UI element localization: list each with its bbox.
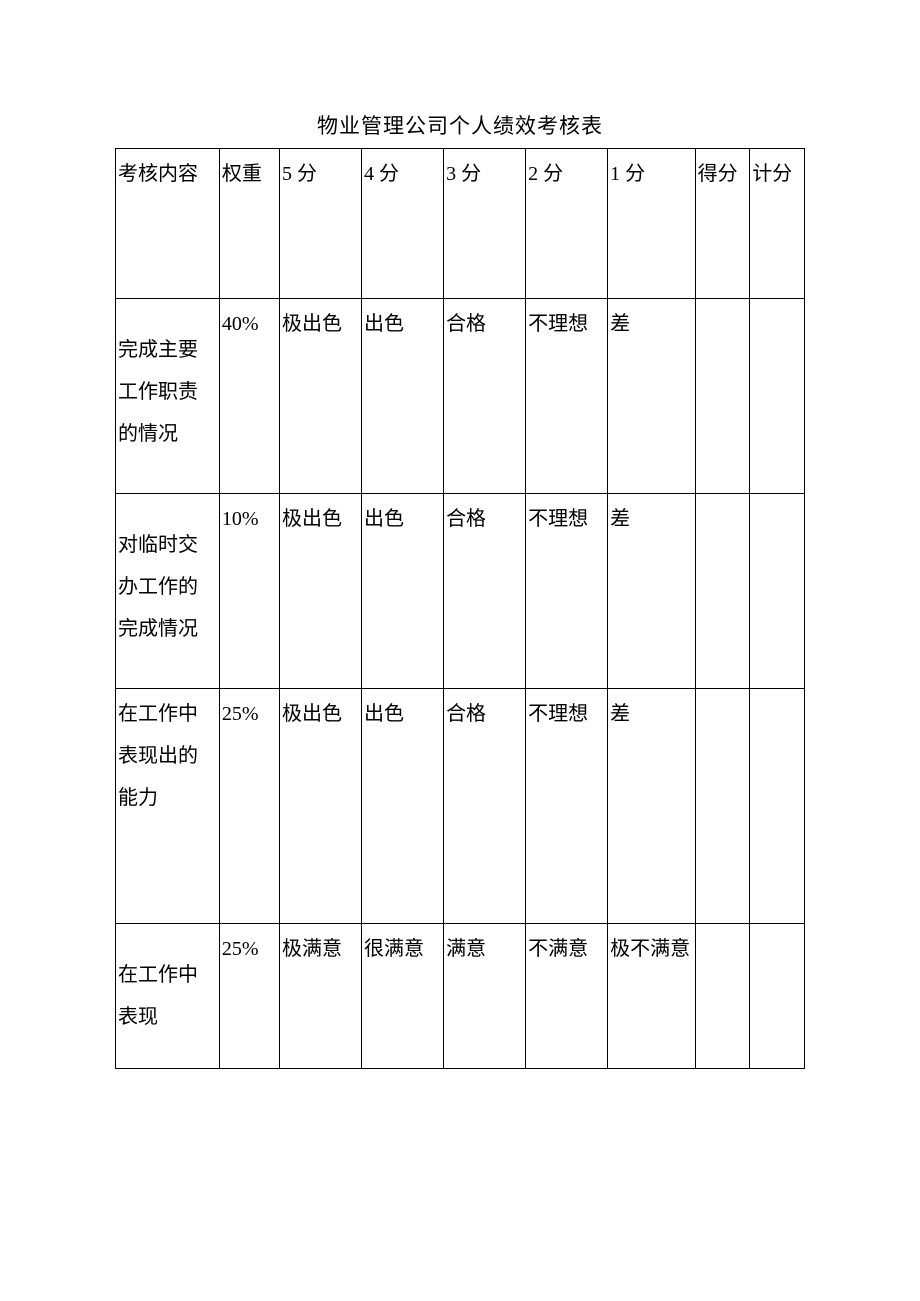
cell-score [695,689,750,924]
cell-score [695,299,750,494]
cell-score [695,494,750,689]
cell-weight: 25% [219,689,279,924]
appraisal-table: 考核内容 权重 5 分 4 分 3 分 2 分 1 分 得分 计分 完成主要工作… [115,148,805,1069]
header-calc: 计分 [750,149,805,299]
cell-weight: 10% [219,494,279,689]
table-title: 物业管理公司个人绩效考核表 [115,110,805,140]
cell-3pt: 合格 [444,689,526,924]
cell-calc [750,924,805,1069]
header-5pt: 5 分 [280,149,362,299]
cell-weight: 40% [219,299,279,494]
cell-3pt: 满意 [444,924,526,1069]
cell-5pt: 极出色 [280,689,362,924]
cell-3pt: 合格 [444,494,526,689]
header-3pt: 3 分 [444,149,526,299]
header-2pt: 2 分 [526,149,608,299]
table-row: 对临时交办工作的完成情况 10% 极出色 出色 合格 不理想 差 [116,494,805,689]
header-1pt: 1 分 [608,149,695,299]
table-row: 在工作中表现出的能力 25% 极出色 出色 合格 不理想 差 [116,689,805,924]
header-score: 得分 [695,149,750,299]
cell-5pt: 极满意 [280,924,362,1069]
header-content: 考核内容 [116,149,220,299]
cell-3pt: 合格 [444,299,526,494]
cell-score [695,924,750,1069]
cell-1pt: 差 [608,689,695,924]
cell-2pt: 不理想 [526,494,608,689]
cell-weight: 25% [219,924,279,1069]
cell-content: 在工作中表现出的能力 [116,689,220,924]
header-weight: 权重 [219,149,279,299]
cell-2pt: 不理想 [526,299,608,494]
cell-1pt: 极不满意 [608,924,695,1069]
cell-5pt: 极出色 [280,299,362,494]
cell-4pt: 出色 [362,494,444,689]
cell-4pt: 出色 [362,299,444,494]
cell-1pt: 差 [608,299,695,494]
table-row: 在工作中表现 25% 极满意 很满意 满意 不满意 极不满意 [116,924,805,1069]
cell-calc [750,689,805,924]
cell-4pt: 很满意 [362,924,444,1069]
cell-content: 对临时交办工作的完成情况 [116,494,220,689]
table-row: 完成主要工作职责的情况 40% 极出色 出色 合格 不理想 差 [116,299,805,494]
cell-calc [750,494,805,689]
cell-2pt: 不满意 [526,924,608,1069]
header-4pt: 4 分 [362,149,444,299]
cell-content: 在工作中表现 [116,924,220,1069]
cell-calc [750,299,805,494]
cell-5pt: 极出色 [280,494,362,689]
cell-2pt: 不理想 [526,689,608,924]
cell-4pt: 出色 [362,689,444,924]
table-header-row: 考核内容 权重 5 分 4 分 3 分 2 分 1 分 得分 计分 [116,149,805,299]
cell-content: 完成主要工作职责的情况 [116,299,220,494]
cell-1pt: 差 [608,494,695,689]
